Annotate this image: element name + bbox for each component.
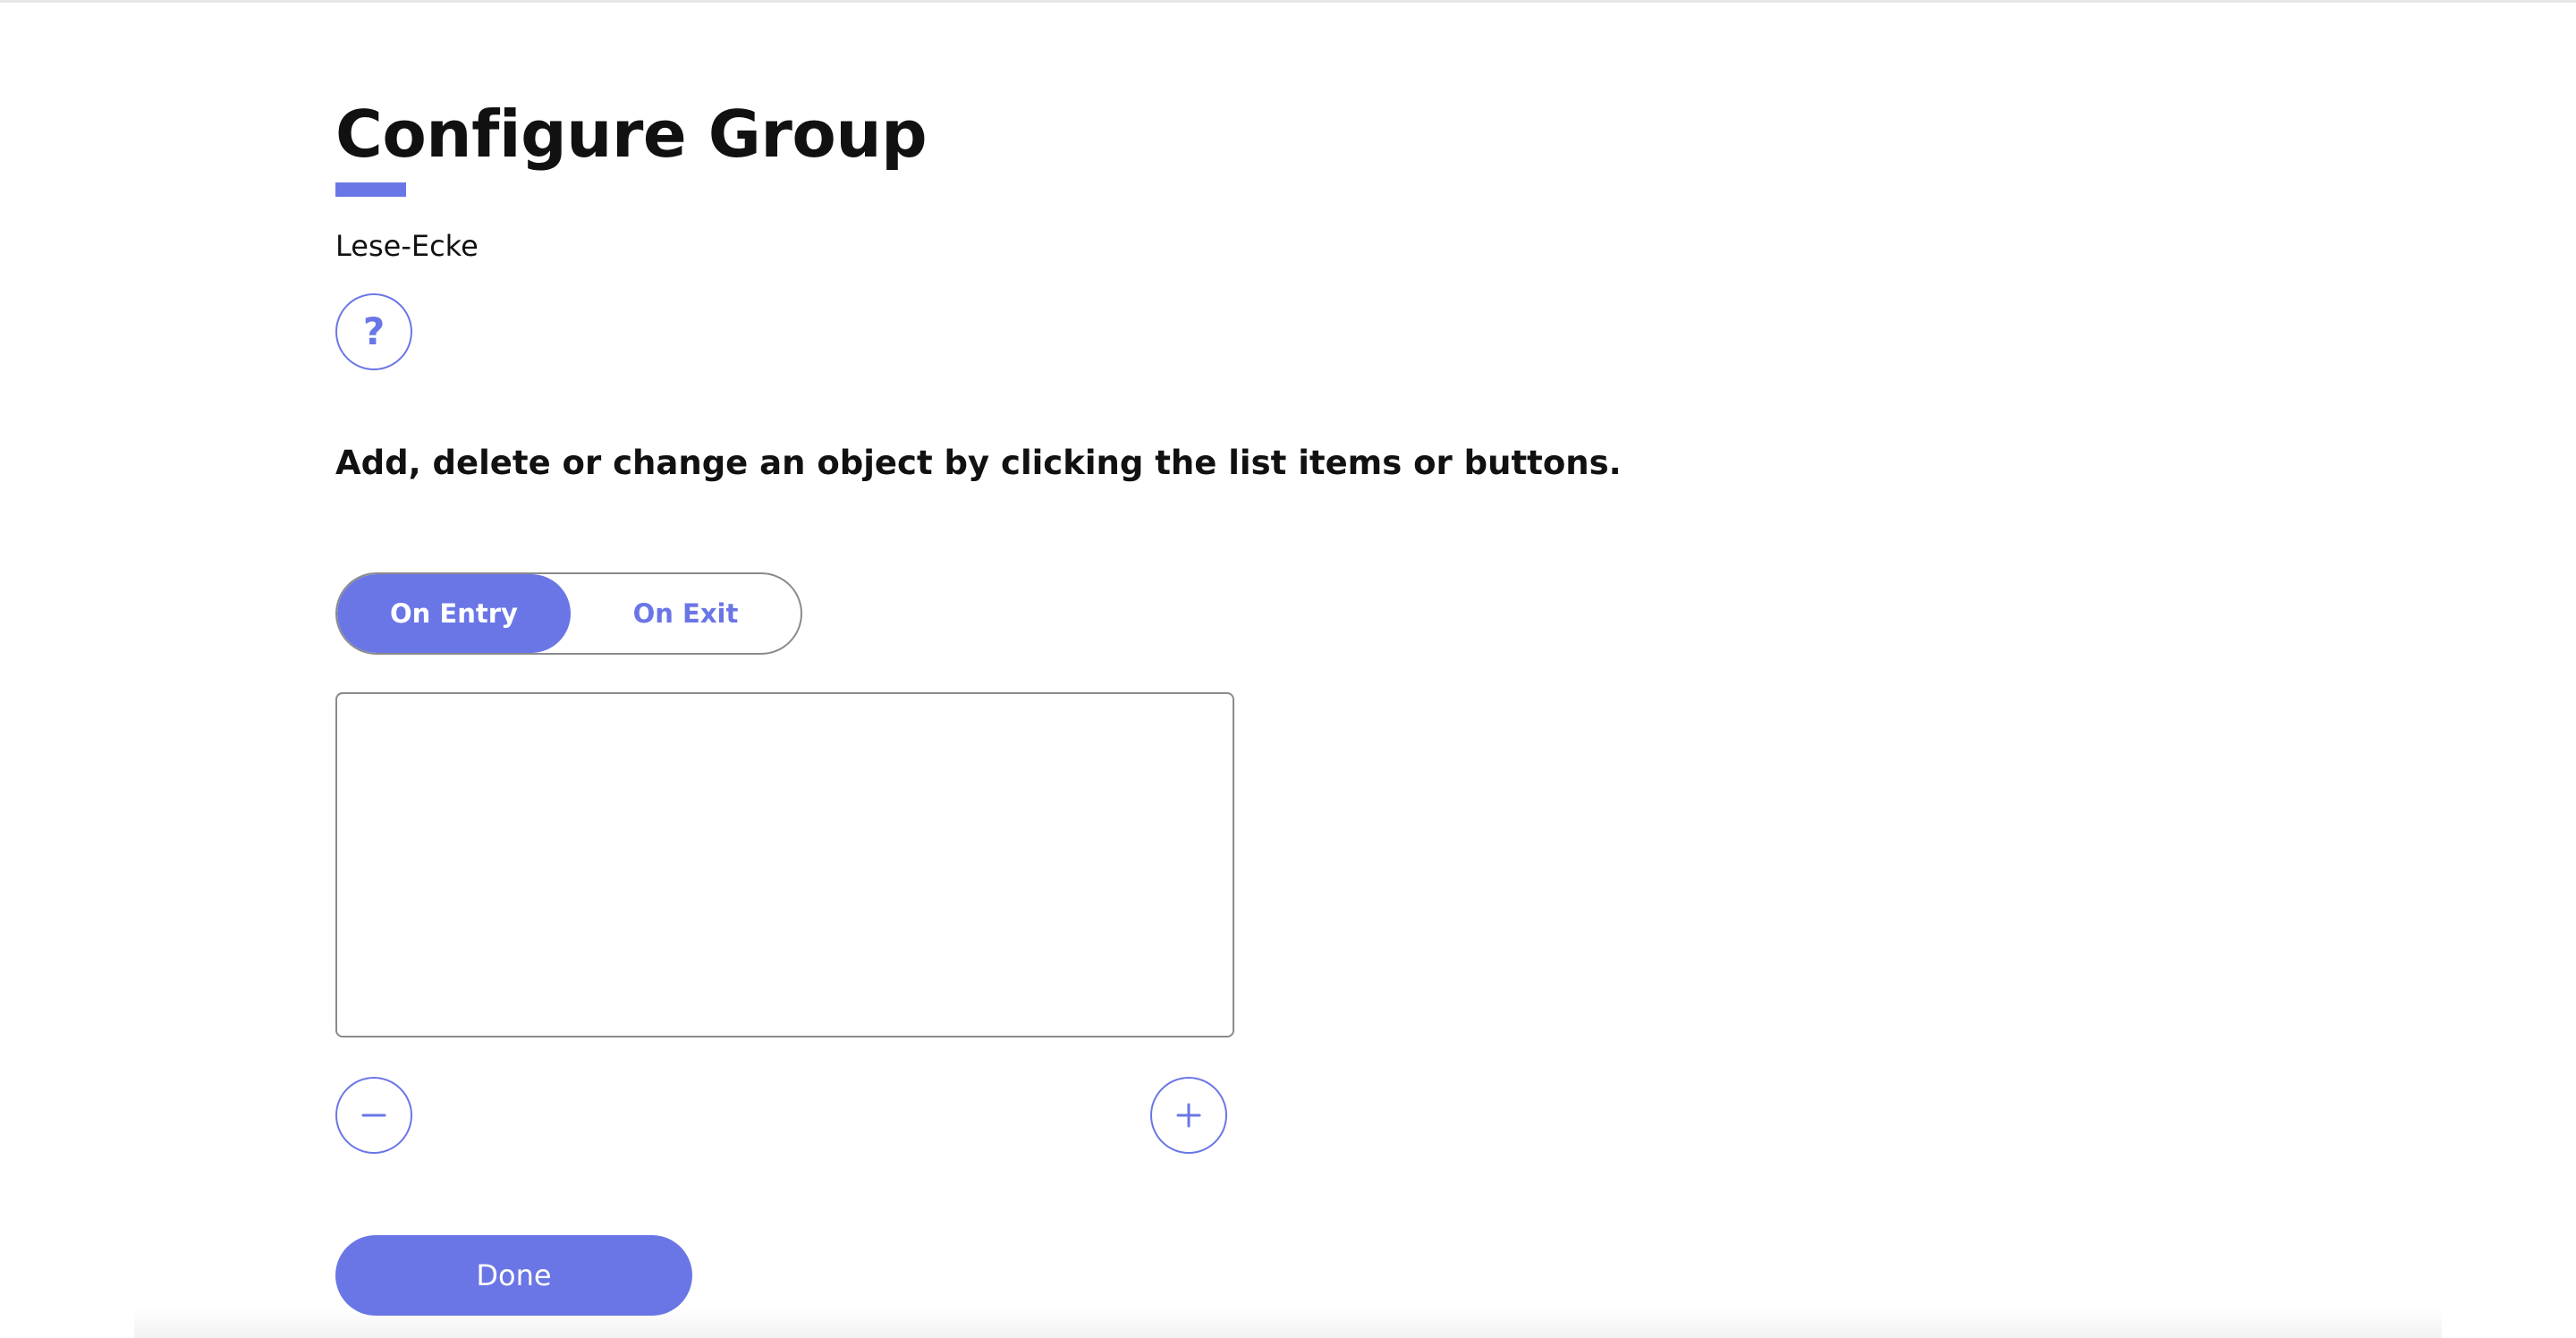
tab-on-exit[interactable]: On Exit [571, 574, 801, 653]
done-button[interactable]: Done [335, 1235, 692, 1316]
entry-exit-toggle: On Entry On Exit [335, 572, 802, 655]
tab-on-entry[interactable]: On Entry [337, 574, 571, 653]
plus-icon [1176, 1103, 1201, 1128]
question-mark-icon: ? [362, 309, 386, 353]
title-accent-bar [335, 182, 406, 197]
minus-icon [361, 1114, 386, 1117]
help-button[interactable]: ? [335, 293, 412, 370]
page-title: Configure Group [335, 97, 928, 172]
group-name: Lese-Ecke [335, 229, 479, 263]
remove-object-button[interactable] [335, 1077, 412, 1154]
object-list[interactable] [335, 692, 1234, 1037]
add-object-button[interactable] [1150, 1077, 1227, 1154]
instructions-text: Add, delete or change an object by click… [335, 444, 1622, 482]
top-divider [0, 0, 2576, 3]
